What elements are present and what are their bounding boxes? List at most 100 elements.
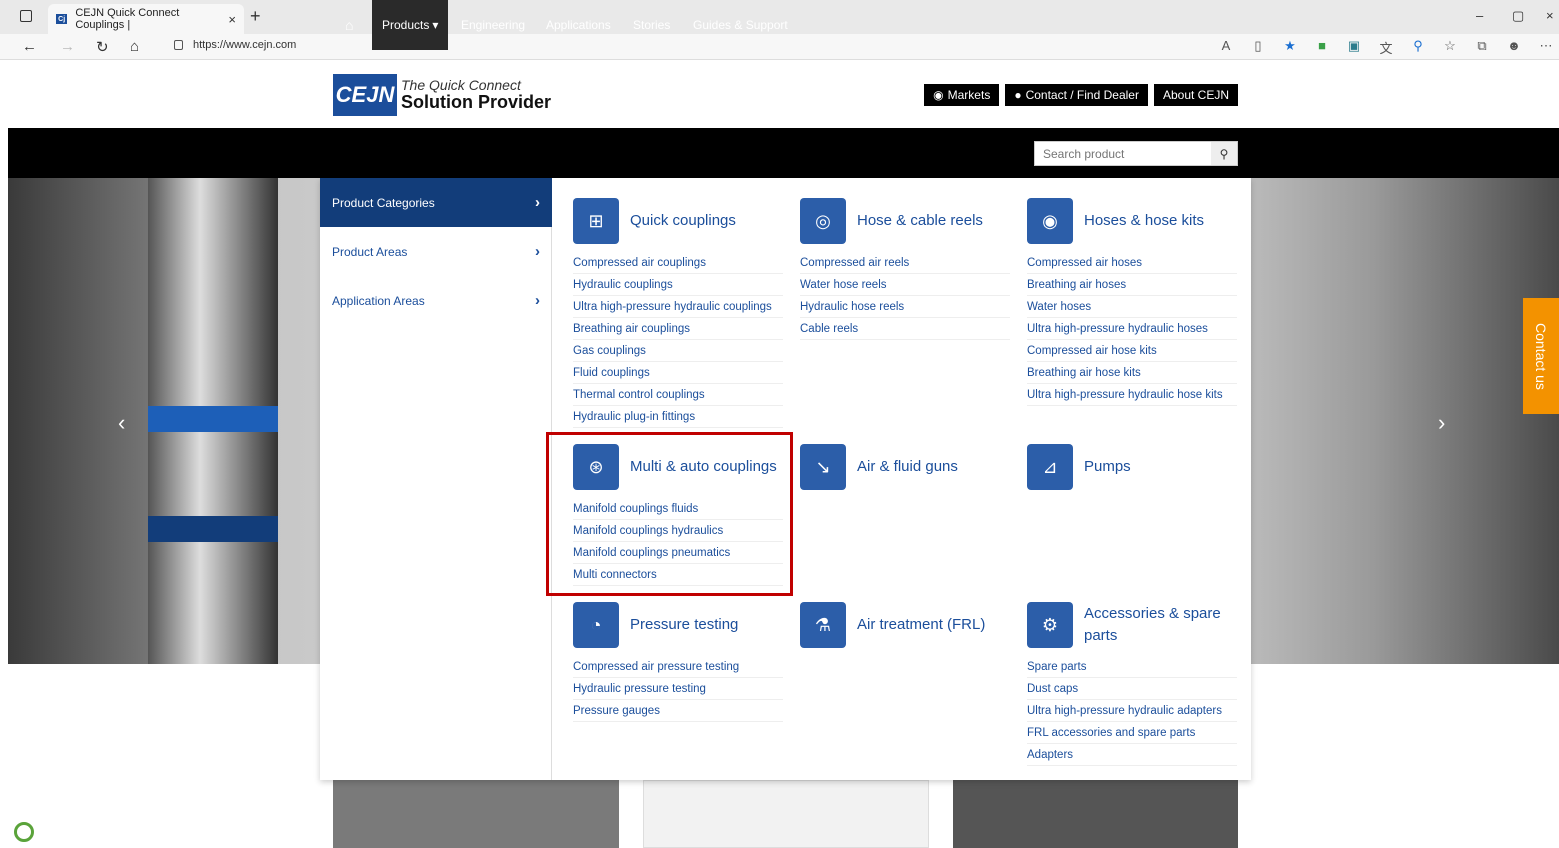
category-link[interactable]: Compressed air hose kits — [1027, 340, 1237, 362]
search-input[interactable] — [1035, 146, 1211, 161]
nav-applications[interactable]: Applications — [546, 0, 611, 50]
close-window-button[interactable]: × — [1546, 8, 1554, 23]
menu-product-categories-label: Product Categories — [332, 195, 435, 210]
category-link[interactable]: Compressed air pressure testing — [573, 656, 783, 678]
category-link[interactable]: FRL accessories and spare parts — [1027, 722, 1237, 744]
browser-tab[interactable]: Cj CEJN Quick Connect Couplings | × — [48, 4, 244, 34]
category-header[interactable]: ◔ Pressure testing — [573, 602, 783, 648]
cejn-logo[interactable]: CEJN The Quick Connect Solution Provider — [333, 74, 551, 116]
search-icon[interactable]: ⚲ — [1411, 38, 1425, 57]
forward-icon[interactable]: → — [60, 38, 75, 55]
category-link[interactable]: Breathing air couplings — [573, 318, 783, 340]
nav-stories[interactable]: Stories — [633, 0, 670, 50]
category-link[interactable]: Breathing air hose kits — [1027, 362, 1237, 384]
category-title: Accessories & spare parts — [1084, 605, 1221, 644]
coupling-made-in-sweden-band — [148, 516, 278, 542]
category-link[interactable]: Thermal control couplings — [573, 384, 783, 406]
contact-us-tab[interactable]: Contact us — [1523, 298, 1559, 414]
browser-toolbar: A ▯ ★ ■ ▣ 文 ⚲ ☆ ⧉ ☻ ⋯ — [1219, 38, 1553, 57]
thumbnail-image[interactable] — [333, 780, 619, 848]
menu-product-categories[interactable]: Product Categories › — [320, 178, 552, 227]
nav-guides-support[interactable]: Guides & Support — [693, 0, 788, 50]
category-link[interactable]: Ultra high-pressure hydraulic adapters — [1027, 700, 1237, 722]
nav-products-label: Products — [382, 18, 430, 32]
about-cejn-button[interactable]: About CEJN — [1153, 84, 1238, 106]
menu-application-areas[interactable]: Application Areas › — [320, 276, 552, 325]
tab-close-button[interactable]: × — [228, 12, 236, 27]
category-link[interactable]: Spare parts — [1027, 656, 1237, 678]
contact-dealer-button[interactable]: ● Contact / Find Dealer — [1005, 84, 1148, 106]
favorites-icon[interactable]: ☆ — [1443, 38, 1457, 57]
chat-widget-icon[interactable] — [14, 822, 34, 842]
favorite-star-icon[interactable]: ★ — [1283, 38, 1297, 57]
category-title: Hose & cable reels — [857, 212, 983, 229]
category-link[interactable]: Hydraulic pressure testing — [573, 678, 783, 700]
refresh-icon[interactable]: ↻ — [96, 38, 109, 56]
extension-icon[interactable]: ■ — [1315, 38, 1329, 57]
category-link[interactable]: Hydraulic couplings — [573, 274, 783, 296]
category-header[interactable]: ⊞ Quick couplings — [573, 198, 783, 244]
markets-label: Markets — [947, 88, 991, 102]
category-header[interactable]: ◎ Hose & cable reels — [800, 198, 1010, 244]
category-header[interactable]: ⊿ Pumps — [1027, 444, 1237, 490]
category-header[interactable]: ◉ Hoses & hose kits — [1027, 198, 1237, 244]
category-link[interactable]: Cable reels — [800, 318, 1010, 340]
search-button-icon[interactable]: ⚲ — [1211, 142, 1237, 165]
minimize-button[interactable]: – — [1476, 8, 1483, 23]
category-link[interactable]: Water hose reels — [800, 274, 1010, 296]
new-tab-button[interactable]: + — [250, 6, 261, 27]
nav-products[interactable]: Products ▾ — [372, 0, 449, 50]
category-title: Pressure testing — [630, 616, 739, 633]
category-2: ◎ Hose & cable reels Compressed air reels… — [800, 198, 1010, 340]
slider-prev-icon[interactable]: ‹ — [118, 410, 125, 436]
slider-next-icon[interactable]: › — [1438, 410, 1445, 436]
category-header[interactable]: ↘ Air & fluid guns — [800, 444, 1010, 490]
category-link[interactable]: Hydraulic plug-in fittings — [573, 406, 783, 428]
home-nav-icon[interactable]: ⌂ — [345, 0, 353, 50]
back-icon[interactable]: ← — [22, 38, 37, 55]
category-7: ◔ Pressure testing Compressed air pressur… — [573, 602, 783, 722]
category-link[interactable]: Compressed air reels — [800, 252, 1010, 274]
category-link[interactable]: Pressure gauges — [573, 700, 783, 722]
thumbnail-image[interactable] — [953, 780, 1238, 848]
category-link[interactable]: Hydraulic hose reels — [800, 296, 1010, 318]
restore-button[interactable]: ▢ — [1512, 8, 1524, 24]
category-link[interactable]: Ultra high-pressure hydraulic hoses — [1027, 318, 1237, 340]
category-link[interactable]: Fluid couplings — [573, 362, 783, 384]
category-1: ⊞ Quick couplings Compressed air coupling… — [573, 198, 783, 428]
read-aloud-icon[interactable]: A — [1219, 38, 1233, 57]
category-link[interactable]: Breathing air hoses — [1027, 274, 1237, 296]
profile-icon[interactable]: ☻ — [1507, 38, 1521, 57]
product-search: ⚲ — [1034, 141, 1238, 166]
category-8: ⚗ Air treatment (FRL) — [800, 602, 1010, 656]
accessories-icon: ⚙ — [1027, 602, 1073, 648]
address-bar[interactable]: https://www.cejn.com — [174, 39, 296, 51]
collections-icon[interactable]: ⧉ — [1475, 38, 1489, 57]
hose-reel-icon: ◎ — [800, 198, 846, 244]
category-header[interactable]: ⚗ Air treatment (FRL) — [800, 602, 1010, 648]
category-link[interactable]: Adapters — [1027, 744, 1237, 766]
quick-couplings-icon: ⊞ — [573, 198, 619, 244]
screenshot-icon[interactable]: ▣ — [1347, 38, 1361, 57]
category-title: Pumps — [1084, 458, 1131, 475]
category-link[interactable]: Ultra high-pressure hydraulic couplings — [573, 296, 783, 318]
nav-engineering[interactable]: Engineering — [461, 0, 525, 50]
thumbnail-filter-image[interactable] — [643, 780, 929, 848]
markets-button[interactable]: ◉ Markets — [924, 84, 1000, 106]
tab-actions-icon[interactable] — [20, 10, 32, 22]
category-link[interactable]: Water hoses — [1027, 296, 1237, 318]
menu-product-areas[interactable]: Product Areas › — [320, 227, 552, 276]
category-link[interactable]: Ultra high-pressure hydraulic hose kits — [1027, 384, 1237, 406]
translate-icon[interactable]: 文 — [1379, 38, 1393, 57]
more-icon[interactable]: ⋯ — [1539, 38, 1553, 57]
category-link[interactable]: Gas couplings — [573, 340, 783, 362]
category-link[interactable]: Compressed air hoses — [1027, 252, 1237, 274]
immersive-reader-icon[interactable]: ▯ — [1251, 38, 1265, 57]
category-link[interactable]: Compressed air couplings — [573, 252, 783, 274]
home-icon[interactable]: ⌂ — [130, 38, 139, 55]
coupling-lock-band — [148, 406, 278, 432]
category-header[interactable]: ⚙ Accessories & spare parts — [1027, 602, 1237, 648]
category-title: Hoses & hose kits — [1084, 212, 1205, 229]
category-link[interactable]: Dust caps — [1027, 678, 1237, 700]
url-text[interactable]: https://www.cejn.com — [193, 39, 296, 51]
